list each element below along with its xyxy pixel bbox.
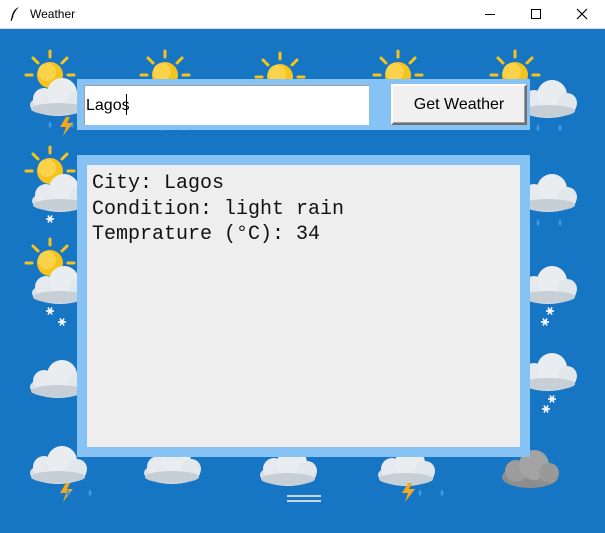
maximize-button[interactable] [513, 0, 559, 28]
resize-handle-icon[interactable] [287, 494, 321, 504]
minimize-icon [485, 14, 495, 15]
feather-icon [9, 6, 21, 22]
result-city-line: City: Lagos [92, 172, 225, 195]
text-caret [126, 94, 127, 115]
result-condition-line: Condition: light rain [92, 197, 345, 221]
close-icon [576, 8, 588, 20]
weather-result-text: City: Lagos Condition: light rain Tempra… [87, 165, 520, 447]
result-temperature-line: Temprature (°C): 34 [92, 223, 321, 246]
minimize-button[interactable] [467, 0, 513, 28]
close-button[interactable] [559, 0, 605, 28]
get-weather-button[interactable]: Get Weather [391, 84, 527, 125]
weather-window: Weather Lagos Get Weather City: Lagos Co… [0, 0, 605, 533]
window-title: Weather [30, 7, 76, 21]
maximize-icon [531, 9, 541, 19]
title-bar[interactable]: Weather [0, 0, 605, 29]
